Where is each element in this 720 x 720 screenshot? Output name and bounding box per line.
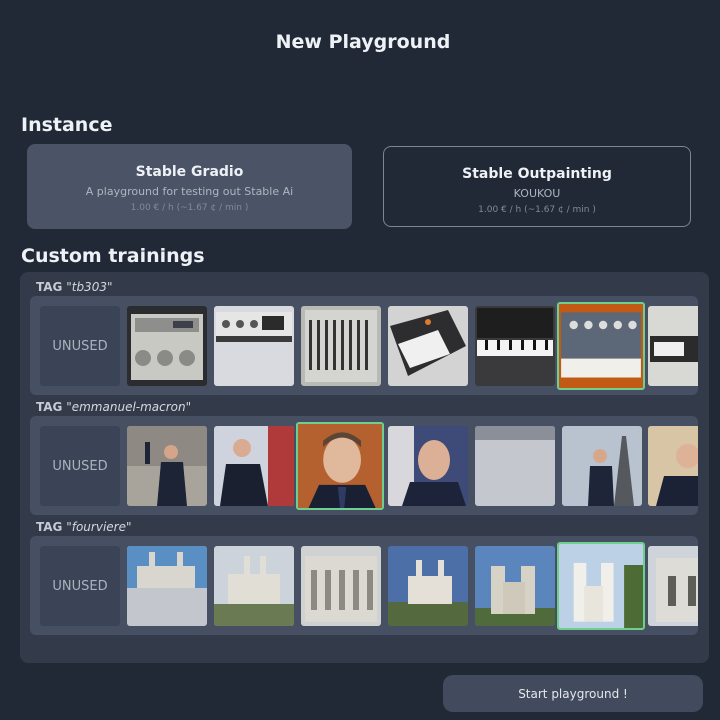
tag-row-emmanuel-macron: UNUSED	[30, 416, 698, 515]
tag-value: "tb303"	[66, 280, 113, 294]
training-image[interactable]	[214, 426, 294, 506]
training-image[interactable]	[475, 546, 555, 626]
training-image[interactable]	[214, 546, 294, 626]
training-image[interactable]	[475, 426, 555, 506]
tag-value: "fourviere"	[66, 520, 132, 534]
training-image[interactable]	[301, 546, 381, 626]
instance-card-price: 1.00 € / h (~1.67 ¢ / min )	[478, 205, 596, 215]
page-title: New Playground	[275, 31, 451, 53]
training-image[interactable]	[388, 546, 468, 626]
training-image[interactable]	[648, 546, 698, 626]
training-image[interactable]	[562, 426, 642, 506]
tag-label: TAG "fourviere"	[36, 520, 132, 534]
training-image[interactable]	[127, 426, 207, 506]
trainings-panel: TAG "tb303" UNUSED TAG "emmanuel-macron"	[20, 272, 709, 663]
instance-section-title: Instance	[21, 114, 113, 136]
training-image[interactable]	[475, 306, 555, 386]
trainings-section-title: Custom trainings	[21, 245, 205, 267]
training-image[interactable]	[648, 306, 698, 386]
training-image[interactable]	[301, 306, 381, 386]
start-playground-button[interactable]: Start playground !	[443, 675, 703, 712]
unused-option[interactable]: UNUSED	[40, 546, 120, 626]
tag-row-tb303: UNUSED	[30, 296, 698, 395]
instance-card-name: Stable Gradio	[135, 164, 244, 180]
unused-option[interactable]: UNUSED	[40, 426, 120, 506]
instance-card-stable-gradio[interactable]: Stable Gradio A playground for testing o…	[27, 144, 352, 229]
tag-keyword: TAG	[36, 400, 63, 414]
tag-keyword: TAG	[36, 280, 63, 294]
training-image[interactable]	[388, 426, 468, 506]
training-image[interactable]	[214, 306, 294, 386]
tag-label: TAG "tb303"	[36, 280, 112, 294]
unused-option[interactable]: UNUSED	[40, 306, 120, 386]
training-image-selected[interactable]	[557, 542, 645, 630]
training-image[interactable]	[648, 426, 698, 506]
tag-value: "emmanuel-macron"	[66, 400, 192, 414]
training-image[interactable]	[127, 546, 207, 626]
instance-card-description: A playground for testing out Stable Ai	[85, 185, 294, 198]
tag-label: TAG "emmanuel-macron"	[36, 400, 191, 414]
instance-card-name: Stable Outpainting	[462, 166, 612, 182]
tag-row-fourviere: UNUSED	[30, 536, 698, 635]
instance-card-price: 1.00 € / h (~1.67 ¢ / min )	[130, 203, 249, 213]
training-image[interactable]	[388, 306, 468, 386]
instance-card-description: KOUKOU	[513, 187, 561, 200]
training-image-selected[interactable]	[557, 302, 645, 390]
instance-card-stable-outpainting[interactable]: Stable Outpainting KOUKOU 1.00 € / h (~1…	[383, 146, 691, 227]
training-image[interactable]	[127, 306, 207, 386]
tag-keyword: TAG	[36, 520, 63, 534]
training-image-selected[interactable]	[296, 422, 384, 510]
